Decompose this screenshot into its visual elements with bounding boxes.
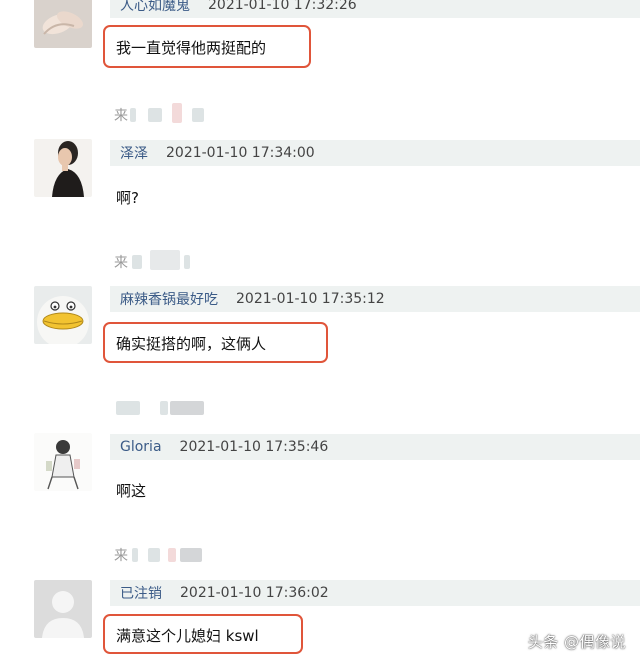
comment-text: 满意这个儿媳妇 kswl	[116, 627, 259, 645]
reply-label: 来	[114, 255, 128, 271]
username-link[interactable]: 麻辣香锅最好吃	[110, 289, 218, 309]
redacted-text	[180, 548, 202, 562]
redacted-text	[132, 548, 138, 562]
redacted-text	[172, 103, 182, 123]
default-user-avatar-icon[interactable]	[34, 580, 92, 638]
comment-text: 我一直觉得他两挺配的	[116, 39, 267, 57]
cartoon-duck-avatar-icon[interactable]	[34, 286, 92, 344]
comment-timestamp: 2021-01-10 17:32:26	[208, 0, 357, 13]
comment-timestamp: 2021-01-10 17:35:12	[236, 291, 385, 307]
comment-text: 确实挺搭的啊，这俩人	[116, 335, 267, 353]
comment-header: 麻辣香锅最好吃 2021-01-10 17:35:12	[110, 286, 640, 312]
redacted-text	[168, 548, 176, 562]
username-link[interactable]: 人心如魔鬼	[110, 0, 190, 15]
redacted-text	[148, 548, 160, 562]
comment-text: 啊这	[116, 482, 147, 500]
redacted-text	[160, 401, 168, 415]
comment-timestamp: 2021-01-10 17:34:00	[166, 145, 315, 161]
redacted-text	[130, 108, 136, 122]
sketch-figure-avatar-icon[interactable]	[34, 433, 92, 491]
username-link[interactable]: 已注销	[110, 583, 162, 603]
comment-header: 泽泽 2021-01-10 17:34:00	[110, 140, 640, 166]
redacted-text	[116, 401, 140, 415]
username-link[interactable]: 泽泽	[110, 143, 148, 163]
hands-avatar-icon[interactable]	[34, 0, 92, 48]
redacted-text	[150, 250, 180, 270]
reply-label: 来	[114, 108, 128, 124]
redacted-text	[184, 255, 190, 269]
reply-label: 来	[114, 548, 128, 564]
comment-header: Gloria 2021-01-10 17:35:46	[110, 434, 640, 460]
woman-portrait-avatar-icon[interactable]	[34, 139, 92, 197]
redacted-text	[170, 401, 204, 415]
redacted-text	[148, 108, 162, 122]
comment-header: 已注销 2021-01-10 17:36:02	[110, 580, 640, 606]
comment-text: 啊?	[116, 189, 139, 207]
watermark-text: 头条 @偶像说	[527, 633, 626, 651]
comment-timestamp: 2021-01-10 17:35:46	[179, 439, 329, 455]
redacted-text	[192, 108, 204, 122]
comment-timestamp: 2021-01-10 17:36:02	[180, 585, 329, 601]
username-link[interactable]: Gloria	[110, 439, 162, 455]
comment-header: 人心如魔鬼 2021-01-10 17:32:26	[110, 0, 640, 18]
redacted-text	[132, 255, 142, 269]
